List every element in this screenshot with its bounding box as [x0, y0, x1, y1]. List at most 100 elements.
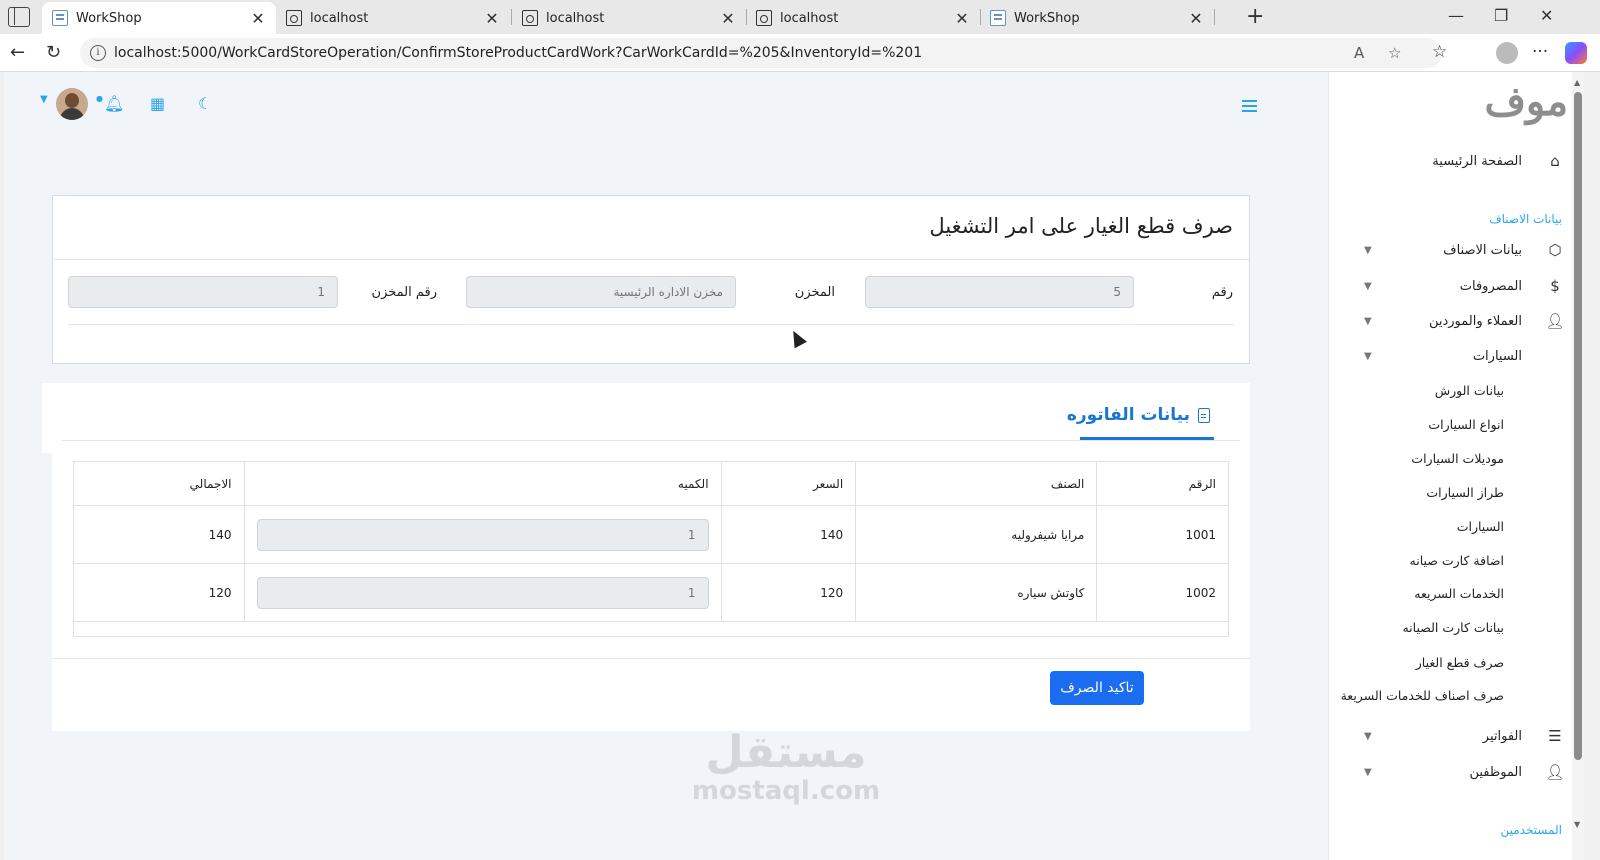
store-number-field[interactable]: 1	[68, 276, 338, 308]
invoice-tab-bar: بيانات الفاتوره	[42, 383, 1250, 453]
reload-icon[interactable]: ↻	[46, 42, 61, 63]
sidebar-subitem-cars[interactable]: السيارات	[1457, 519, 1504, 534]
read-aloud-icon[interactable]: A	[1354, 44, 1364, 62]
page-icon	[990, 10, 1006, 26]
browser-tab-4[interactable]: localhost ✕	[746, 2, 980, 34]
moon-icon[interactable]: ☾	[198, 94, 212, 113]
sidebar-subitem-workshops[interactable]: بيانات الورش	[1435, 383, 1504, 398]
sidebar-section-title: المستخدمين	[1500, 823, 1562, 837]
user-icon: 👤︎	[1545, 763, 1565, 781]
sidebar-subitem-dispense-quick-services[interactable]: صرف اصناف للخدمات السريعة	[1341, 688, 1504, 703]
sidebar-item-clients[interactable]: 👤︎ العملاء والموردين ▼	[1344, 308, 1584, 334]
divider	[62, 440, 1240, 441]
profile-icon[interactable]	[1496, 42, 1518, 64]
sidebar-section-title: بيانات الاصناف	[1489, 212, 1562, 226]
tab-title: localhost	[310, 10, 369, 26]
url-text[interactable]: localhost:5000/WorkCardStoreOperation/Co…	[114, 45, 922, 61]
sidebar-subitem-dispense-parts[interactable]: صرف قطع الغيار	[1416, 655, 1504, 670]
column-header-price: السعر	[720, 461, 857, 506]
cell-item: كاوتش سياره	[855, 563, 1098, 622]
quantity-input[interactable]: 1	[256, 518, 709, 551]
sidebar-item-employees[interactable]: 👤︎ الموظفين ▼	[1344, 759, 1584, 785]
divider	[68, 324, 1234, 325]
browser-tab-1[interactable]: WorkShop ✕	[42, 2, 276, 34]
number-label: رقم	[1211, 285, 1233, 300]
scroll-down-icon[interactable]: ▼	[1574, 820, 1580, 829]
scroll-up-icon[interactable]: ▲	[1574, 78, 1580, 87]
bell-icon[interactable]: 🔔︎	[104, 94, 124, 113]
browser-tab-5[interactable]: WorkShop ✕	[980, 2, 1214, 34]
cell-quantity: 1	[243, 505, 722, 564]
store-number-label: رقم المخزن	[371, 285, 437, 300]
sidebar-subitem-maintenance-cards[interactable]: بيانات كارت الصيانه	[1402, 620, 1504, 635]
cell-number: 1002	[1096, 563, 1229, 622]
browser-tab-2[interactable]: localhost ✕	[276, 2, 510, 34]
cell-price: 140	[720, 505, 857, 564]
cell-price: 120	[720, 563, 857, 622]
quantity-input[interactable]: 1	[256, 576, 709, 609]
window-close-icon[interactable]: ✕	[1540, 6, 1553, 25]
invoice-table: الرقم الصنف السعر الكميه الاجمالي 1001 م…	[73, 461, 1229, 622]
status-dot-icon: ●	[96, 94, 103, 103]
address-bar-row: ← ↻ i localhost:5000/WorkCardStoreOperat…	[0, 34, 1600, 72]
chevron-down-icon[interactable]: ▼	[40, 94, 48, 105]
dollar-icon: $	[1550, 277, 1560, 295]
minimize-icon[interactable]: —	[1448, 6, 1464, 25]
tab-title: localhost	[546, 10, 605, 26]
browser-tab-3[interactable]: localhost ✕	[512, 2, 746, 34]
tab-title: WorkShop	[1014, 10, 1080, 26]
sidebar-item-products[interactable]: ⬡ بيانات الاصناف ▼	[1344, 237, 1584, 263]
sidebar-item-cars[interactable]: السيارات ▼	[1344, 343, 1584, 369]
column-header-quantity: الكميه	[243, 461, 722, 506]
sidebar-item-label: السيارات	[1472, 348, 1522, 364]
sidebar-subitem-quick-services[interactable]: الخدمات السريعه	[1414, 586, 1504, 601]
scrollbar-thumb[interactable]	[1574, 92, 1582, 760]
confirm-dispense-button[interactable]: تاكيد الصرف	[1050, 671, 1144, 705]
favorite-star-icon[interactable]: ☆	[1388, 44, 1401, 62]
chevron-down-icon: ▼	[1364, 280, 1372, 292]
sidebar-item-invoices[interactable]: ☰ الفواتير ▼	[1344, 723, 1584, 749]
more-menu-icon[interactable]: ···	[1532, 42, 1548, 62]
sidebar-item-label: العملاء والموردين	[1428, 313, 1522, 329]
close-icon[interactable]: ✕	[484, 9, 500, 28]
table-row: 1002 كاوتش سياره 120 1 120	[73, 563, 1229, 622]
sidebar-item-expenses[interactable]: $ المصروفات ▼	[1344, 273, 1584, 299]
close-icon[interactable]: ✕	[954, 9, 970, 28]
sidebar-item-home[interactable]: ⌂ الصفحة الرئيسية	[1344, 148, 1584, 174]
sidebar-subitem-add-maintenance-card[interactable]: اضافة كارت صيانه	[1410, 553, 1504, 568]
close-icon[interactable]: ✕	[250, 9, 266, 28]
table-row: 1001 مرايا شيفروليه 140 1 140	[73, 505, 1229, 564]
sidebar-scrollbar[interactable]: ▲ ▼	[1572, 72, 1584, 860]
store-field[interactable]: مخزن الاداره الرئيسية	[466, 276, 736, 308]
close-icon[interactable]: ✕	[1188, 9, 1204, 28]
info-icon[interactable]: i	[90, 45, 106, 61]
url-field[interactable]: i localhost:5000/WorkCardStoreOperation/…	[80, 38, 1442, 68]
sidebar-subitem-car-styles[interactable]: طراز السيارات	[1426, 485, 1504, 500]
favorites-icon[interactable]: ☆	[1432, 42, 1447, 62]
new-tab-icon[interactable]: +	[1246, 4, 1264, 29]
tab-invoice-data[interactable]: بيانات الفاتوره	[1067, 405, 1210, 425]
store-label: المخزن	[794, 285, 835, 300]
document-icon	[756, 10, 772, 26]
document-icon	[522, 10, 538, 26]
chevron-down-icon: ▼	[1364, 766, 1372, 778]
column-header-item: الصنف	[855, 461, 1098, 506]
grid-icon[interactable]: ▦	[150, 94, 165, 113]
list-icon: ☰	[1548, 727, 1562, 745]
back-icon[interactable]: ←	[10, 42, 25, 63]
sidebar-subitem-car-models[interactable]: موديلات السيارات	[1411, 451, 1504, 466]
number-field[interactable]: 5	[865, 276, 1134, 308]
table-header-row: الرقم الصنف السعر الكميه الاجمالي	[73, 461, 1229, 506]
maximize-icon[interactable]: ❐	[1494, 6, 1508, 25]
tab-actions-icon[interactable]	[8, 7, 30, 27]
close-icon[interactable]: ✕	[720, 9, 736, 28]
sidebar-item-label: المصروفات	[1459, 278, 1522, 294]
cell-number: 1001	[1096, 505, 1229, 564]
chevron-down-icon: ▼	[1364, 730, 1372, 742]
column-header-total: الاجمالي	[73, 461, 245, 506]
hamburger-icon[interactable]	[1242, 100, 1257, 102]
sidebar-subitem-car-types[interactable]: انواع السيارات	[1428, 417, 1504, 432]
avatar[interactable]	[56, 88, 88, 120]
copilot-icon[interactable]	[1565, 42, 1587, 64]
chevron-down-icon: ▼	[1364, 315, 1372, 327]
